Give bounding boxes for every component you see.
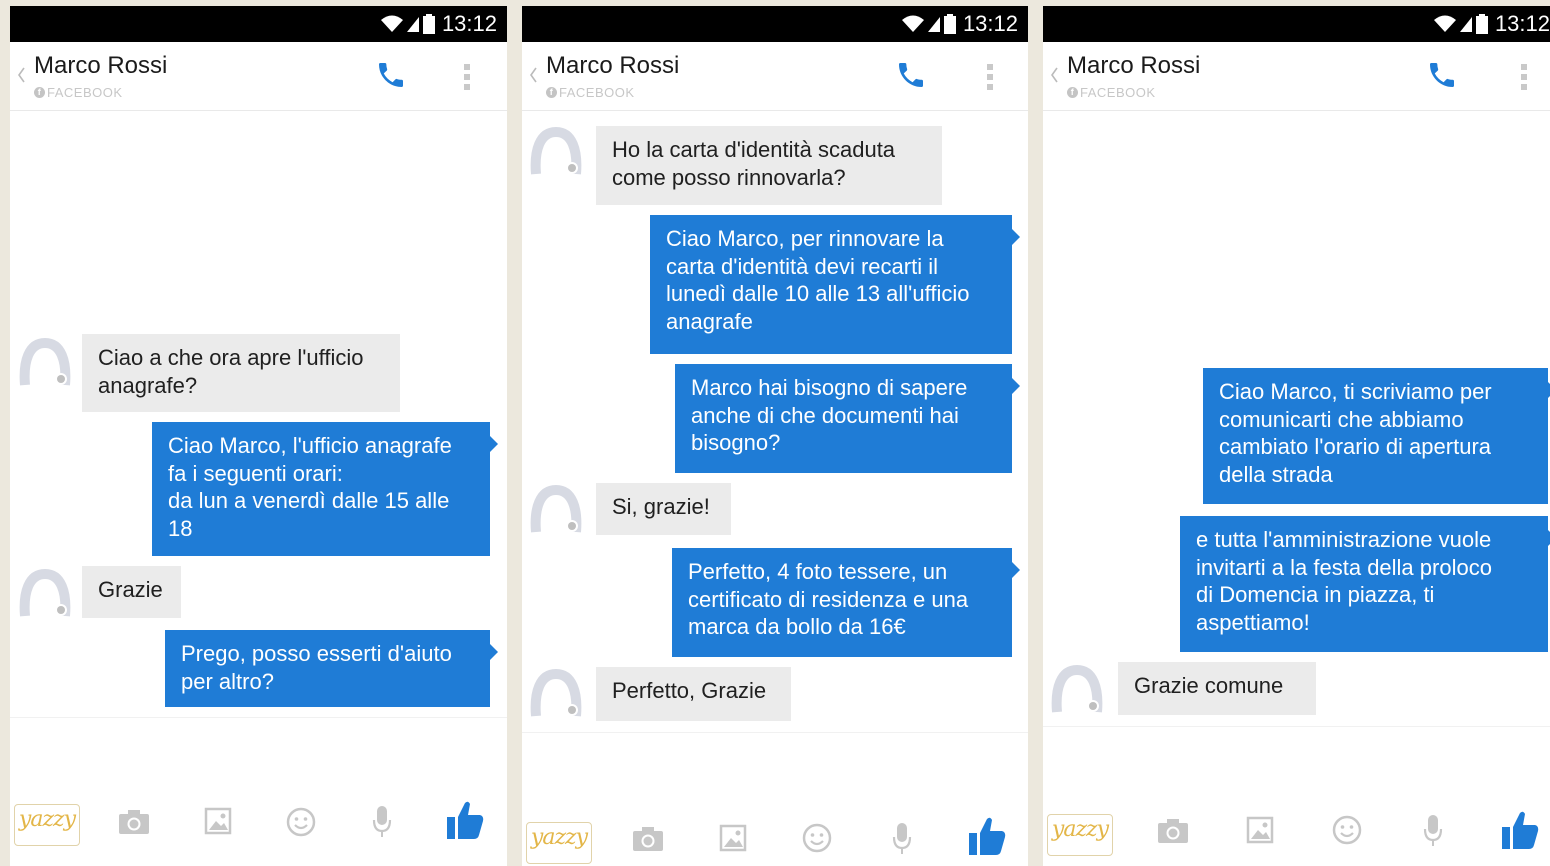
divider xyxy=(10,717,507,718)
outgoing-message: Marco hai bisogno di sapere anche di che… xyxy=(675,364,1020,473)
message-composer: yazzy xyxy=(1043,806,1550,866)
wifi-icon xyxy=(901,15,924,32)
more-options-icon[interactable] xyxy=(1520,62,1528,92)
avatar-icon xyxy=(530,668,582,717)
conversation-header: Marco Rossi f FACEBOOK xyxy=(1043,42,1550,111)
emoji-icon[interactable] xyxy=(286,807,316,837)
incoming-message: Si, grazie! xyxy=(596,483,731,535)
battery-icon xyxy=(422,14,435,34)
divider xyxy=(522,732,1028,733)
message-composer: yazzy xyxy=(522,812,1028,866)
status-bar: 13:12 xyxy=(1043,6,1550,42)
incoming-message: Grazie comune xyxy=(1118,662,1316,715)
clock: 13:12 xyxy=(1494,11,1550,36)
divider xyxy=(1043,726,1550,727)
source-label: f FACEBOOK xyxy=(546,85,635,100)
source-label: f FACEBOOK xyxy=(34,85,123,100)
gallery-icon[interactable] xyxy=(204,807,232,835)
incoming-message: Grazie xyxy=(82,566,181,618)
back-icon[interactable] xyxy=(18,67,25,83)
status-bar: 13:12 xyxy=(10,6,507,42)
outgoing-message: Ciao Marco, ti scriviamo per comunicarti… xyxy=(1203,368,1550,504)
signal-icon xyxy=(406,17,419,32)
gallery-icon[interactable] xyxy=(1246,816,1274,844)
outgoing-message: Ciao Marco, per rinnovare la carta d'ide… xyxy=(650,215,1020,354)
contact-name[interactable]: Marco Rossi xyxy=(546,52,679,80)
microphone-icon[interactable] xyxy=(892,822,912,856)
phone-call-icon[interactable] xyxy=(375,59,407,91)
avatar-icon xyxy=(530,126,582,175)
thumbs-up-icon[interactable] xyxy=(1501,810,1539,850)
camera-icon[interactable] xyxy=(118,809,150,835)
back-icon[interactable] xyxy=(1051,67,1058,83)
chat-screen-3: 13:12 Marco Rossi f FACEBOOK Ciao Marco, … xyxy=(1043,6,1550,866)
more-options-icon[interactable] xyxy=(986,62,994,92)
sticker-button[interactable]: yazzy xyxy=(1047,814,1113,856)
clock: 13:12 xyxy=(441,11,497,36)
avatar-icon xyxy=(1051,664,1103,713)
phone-call-icon[interactable] xyxy=(895,59,927,91)
facebook-icon: f xyxy=(1067,87,1078,98)
emoji-icon[interactable] xyxy=(802,823,832,853)
conversation-header: Marco Rossi f FACEBOOK xyxy=(522,42,1028,111)
camera-icon[interactable] xyxy=(632,826,664,852)
facebook-icon: f xyxy=(34,87,45,98)
microphone-icon[interactable] xyxy=(1423,814,1443,848)
outgoing-message: Perfetto, 4 foto tessere, un certificato… xyxy=(672,548,1020,657)
avatar-icon xyxy=(19,568,71,617)
battery-icon xyxy=(1475,14,1488,34)
incoming-message: Ho la carta d'identità scaduta come poss… xyxy=(596,126,942,205)
more-options-icon[interactable] xyxy=(463,62,471,92)
facebook-icon: f xyxy=(546,87,557,98)
thumbs-up-icon[interactable] xyxy=(446,800,484,840)
signal-icon xyxy=(1459,17,1472,32)
outgoing-message: e tutta l'amministrazione vuole invitart… xyxy=(1180,516,1550,652)
contact-name[interactable]: Marco Rossi xyxy=(34,52,167,80)
contact-name[interactable]: Marco Rossi xyxy=(1067,52,1200,80)
chat-screen-1: 13:12 Marco Rossi f FACEBOOK Ciao a che o… xyxy=(10,6,507,866)
outgoing-message: Ciao Marco, l'ufficio anagrafe fa i segu… xyxy=(152,422,498,556)
sticker-button[interactable]: yazzy xyxy=(526,822,592,864)
gallery-icon[interactable] xyxy=(719,824,747,852)
status-bar: 13:12 xyxy=(522,6,1028,42)
message-composer: yazzy xyxy=(10,796,507,856)
conversation-header: Marco Rossi f FACEBOOK xyxy=(10,42,507,111)
wifi-icon xyxy=(380,15,403,32)
phone-call-icon[interactable] xyxy=(1426,59,1458,91)
avatar-icon xyxy=(530,484,582,533)
sticker-button[interactable]: yazzy xyxy=(14,804,80,846)
clock: 13:12 xyxy=(962,11,1018,36)
avatar-icon xyxy=(19,337,71,386)
back-icon[interactable] xyxy=(530,67,537,83)
thumbs-up-icon[interactable] xyxy=(968,816,1006,856)
emoji-icon[interactable] xyxy=(1332,815,1362,845)
microphone-icon[interactable] xyxy=(372,805,392,839)
signal-icon xyxy=(927,17,940,32)
incoming-message: Perfetto, Grazie xyxy=(596,667,791,721)
battery-icon xyxy=(943,14,956,34)
source-label: f FACEBOOK xyxy=(1067,85,1156,100)
outgoing-message: Prego, posso esserti d'aiuto per altro? xyxy=(165,630,498,707)
incoming-message: Ciao a che ora apre l'ufficio anagrafe? xyxy=(82,334,400,412)
wifi-icon xyxy=(1433,15,1456,32)
chat-screen-2: 13:12 Marco Rossi f FACEBOOK Ho la carta … xyxy=(522,6,1028,866)
camera-icon[interactable] xyxy=(1157,818,1189,844)
